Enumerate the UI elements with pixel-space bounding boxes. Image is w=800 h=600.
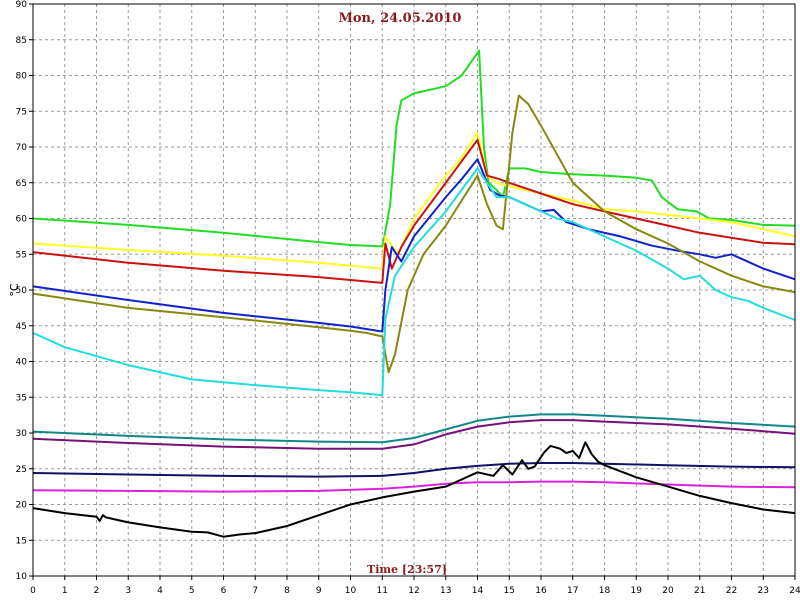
x-tick-label: 21 (694, 586, 705, 596)
y-tick-label: 85 (16, 36, 27, 46)
x-tick-label: 23 (758, 586, 769, 596)
y-tick-label: 60 (16, 215, 28, 225)
y-tick-label: 70 (16, 143, 28, 153)
chart-background (0, 0, 800, 600)
y-tick-label: 40 (16, 358, 28, 368)
x-tick-label: 20 (662, 586, 674, 596)
y-tick-label: 35 (16, 393, 27, 403)
x-tick-label: 11 (377, 586, 388, 596)
x-tick-label: 15 (504, 586, 515, 596)
x-tick-label: 17 (567, 586, 578, 596)
y-tick-label: 25 (16, 465, 27, 475)
y-tick-label: 90 (16, 0, 28, 10)
x-axis-label: Time [23:57] (367, 563, 447, 576)
x-tick-label: 19 (631, 586, 643, 596)
y-tick-label: 65 (16, 179, 27, 189)
y-tick-label: 75 (16, 107, 27, 117)
y-tick-label: 10 (16, 572, 28, 582)
y-tick-label: 30 (16, 429, 28, 439)
y-tick-label: 45 (16, 322, 27, 332)
x-tick-label: 5 (189, 586, 195, 596)
y-axis-label: °C (8, 283, 21, 297)
x-tick-label: 16 (535, 586, 547, 596)
x-tick-label: 7 (252, 586, 258, 596)
x-tick-label: 2 (94, 586, 100, 596)
x-tick-label: 14 (472, 586, 484, 596)
x-tick-label: 3 (125, 586, 131, 596)
x-tick-label: 22 (726, 586, 737, 596)
y-tick-label: 15 (16, 536, 27, 546)
x-tick-label: 13 (440, 586, 451, 596)
y-tick-label: 20 (16, 501, 28, 511)
chart-title: Mon, 24.05.2010 (339, 11, 462, 26)
temperature-line-chart: 0 1 2 3 4 5 6 7 8 9 10 11 12 13 14 15 16 17 18 19 20 21 22 23 24… (0, 0, 800, 600)
x-tick-label: 9 (316, 586, 322, 596)
x-tick-label: 12 (408, 586, 419, 596)
x-tick-label: 1 (62, 586, 68, 596)
x-tick-label: 10 (345, 586, 357, 596)
y-tick-label: 80 (16, 72, 28, 82)
x-tick-label: 6 (221, 586, 227, 596)
x-tick-label: 18 (599, 586, 611, 596)
x-tick-label: 0 (30, 586, 36, 596)
x-tick-label: 8 (284, 586, 290, 596)
y-tick-label: 55 (16, 250, 27, 260)
x-tick-label: 4 (157, 586, 163, 596)
x-tick-label: 24 (789, 586, 800, 596)
